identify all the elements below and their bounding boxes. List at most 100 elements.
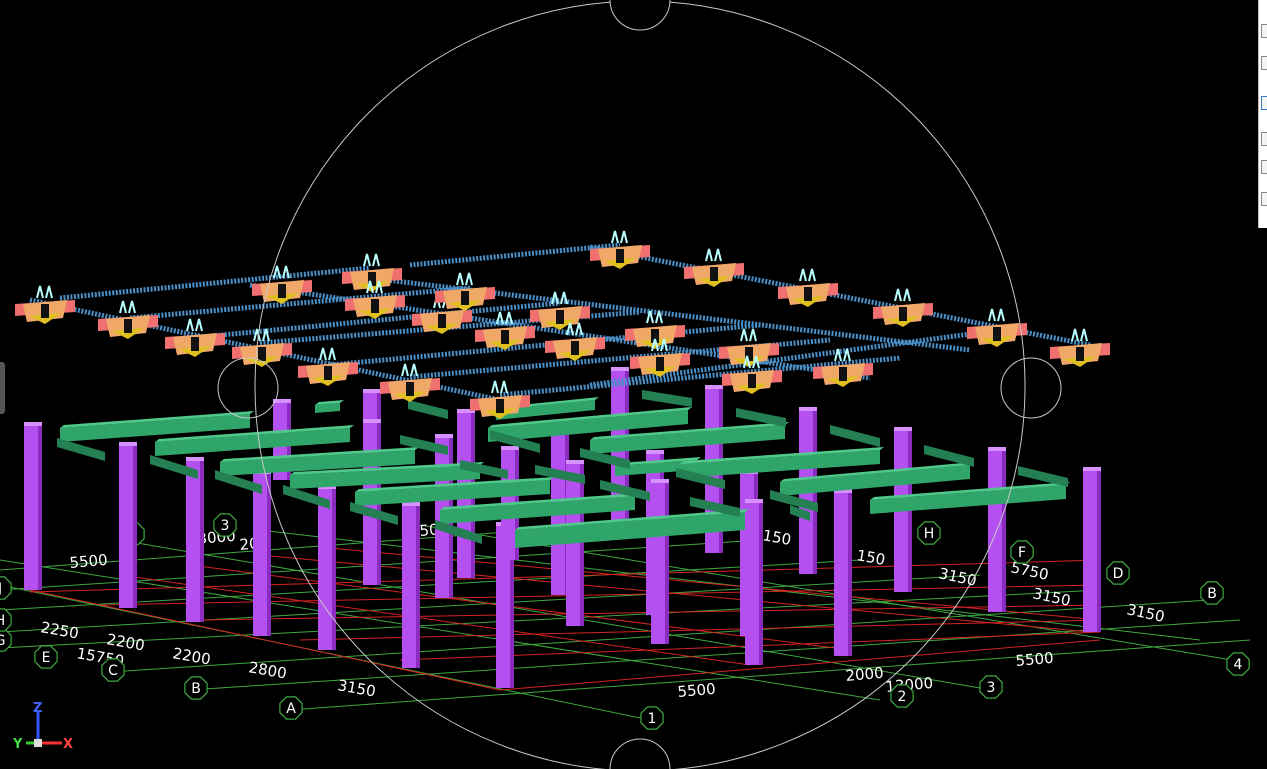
grid-bubble-j: J xyxy=(0,576,12,600)
roof-bearing xyxy=(165,318,225,357)
column-cap xyxy=(501,446,519,450)
grid-bubble-3: 3 xyxy=(979,675,1003,699)
bearing-slot xyxy=(1076,347,1084,361)
column-cap xyxy=(646,450,664,454)
column-shade xyxy=(848,492,852,656)
bearing-anchor xyxy=(834,348,851,362)
dim-5500-right: 5500 xyxy=(1015,649,1055,670)
column-shade xyxy=(332,488,336,650)
column-cap xyxy=(988,447,1006,451)
dim-3150-a: 3150 xyxy=(336,676,377,700)
roof-bearing xyxy=(530,291,590,330)
bearing-anchor xyxy=(491,380,508,394)
grid-bubble-label: H xyxy=(0,613,5,629)
bearing-anchor xyxy=(799,268,816,282)
bearing-slot xyxy=(258,347,266,361)
column-cap xyxy=(363,389,381,393)
grid-bubble-label: 4 xyxy=(1234,657,1243,673)
grid-bubble-label: C xyxy=(108,663,118,679)
dim-5500-left: 5500 xyxy=(69,551,109,572)
left-panel-collapse-tab[interactable] xyxy=(0,362,5,414)
bearing-slot xyxy=(748,374,756,388)
column-cap xyxy=(363,419,381,423)
roof-bearing xyxy=(873,288,933,327)
bearing-slot xyxy=(899,307,907,321)
panel-tool-icon-2[interactable] xyxy=(1261,56,1267,70)
triad-x-label: X xyxy=(63,737,73,752)
grid-bubble-label: H xyxy=(924,526,935,542)
column-cap xyxy=(24,422,42,426)
bearing-slot xyxy=(993,327,1001,341)
bearing-slot xyxy=(496,399,504,413)
column xyxy=(1083,467,1101,632)
panel-tool-icon-1[interactable] xyxy=(1261,24,1267,38)
model-viewport[interactable]: 5500 3000 20 50 2250 2200 15750 2200 280… xyxy=(0,0,1267,769)
grid-bubble-label: J xyxy=(0,581,2,597)
dim-2200-b: 2200 xyxy=(171,644,212,668)
orbit-handle-right[interactable] xyxy=(1000,357,1062,419)
grid-bubble-label: D xyxy=(1113,566,1124,582)
grid-bubble-h: H xyxy=(917,521,941,545)
cross-beam xyxy=(736,408,786,427)
bearing-slot xyxy=(324,366,332,380)
cross-beam xyxy=(924,445,974,467)
grid-bubble-4: 4 xyxy=(1226,652,1250,676)
grid-bubble-b: B xyxy=(1200,581,1224,605)
cross-beam xyxy=(830,425,880,447)
orbit-handle-top[interactable] xyxy=(609,0,671,31)
cross-beam xyxy=(1018,466,1068,487)
grid-bubble-label: G xyxy=(0,633,5,649)
grid-bubble-f: F xyxy=(1010,540,1034,564)
roof-bearing xyxy=(298,347,358,386)
roof-bearing xyxy=(252,265,312,304)
roof-bearing xyxy=(778,268,838,307)
grid-bubble-label: B xyxy=(1207,586,1217,602)
dim-150-a: 150 xyxy=(761,526,792,549)
grid-line-red xyxy=(499,639,1101,691)
grid-bubble-label: 2 xyxy=(898,689,907,705)
column xyxy=(318,485,336,650)
bearing-anchor xyxy=(988,308,1005,322)
panel-tool-icon-6[interactable] xyxy=(1261,192,1267,206)
grid-bubble-label: 3 xyxy=(987,680,996,696)
column-cap xyxy=(611,367,629,371)
column-cap xyxy=(435,434,453,438)
column xyxy=(651,479,669,644)
column-shade xyxy=(665,482,669,644)
column-cap xyxy=(1083,467,1101,471)
axis-triad: Z X Y xyxy=(12,701,73,752)
bearing-slot xyxy=(839,367,847,381)
grid-bubble-label: A xyxy=(286,701,296,717)
grid-bubble-h: H xyxy=(0,608,12,632)
grid-bubble-2: 2 xyxy=(890,684,914,708)
grid-bubble-label: F xyxy=(1018,545,1026,561)
column xyxy=(745,499,763,665)
orbit-circle[interactable] xyxy=(254,0,1026,769)
panel-tool-icon-5[interactable] xyxy=(1261,160,1267,174)
bearing-anchor xyxy=(319,347,336,361)
orbit-handle-bottom[interactable] xyxy=(609,738,671,769)
grid-bubble-c: C xyxy=(101,658,125,682)
panel-tool-icon-4[interactable] xyxy=(1261,132,1267,146)
grid-bubble-label: E xyxy=(42,650,51,666)
column-cap xyxy=(651,479,669,483)
column xyxy=(402,502,420,668)
dim-3150-b: 3150 xyxy=(1125,600,1166,626)
panel-tool-icon-3[interactable] xyxy=(1261,96,1267,110)
bearing-anchor xyxy=(1071,328,1088,342)
dim-3150-d: 3150 xyxy=(937,564,978,590)
column-shade xyxy=(759,502,763,665)
orbit-handle-left[interactable] xyxy=(217,357,279,419)
column-cap xyxy=(566,460,584,464)
column-shade xyxy=(1002,450,1006,612)
dim-2800: 2800 xyxy=(247,658,288,682)
bearing-slot xyxy=(556,310,564,324)
bearing-slot xyxy=(501,330,509,344)
column-shade xyxy=(133,445,137,608)
steel-beam xyxy=(409,242,621,268)
column xyxy=(253,470,271,636)
column-shade xyxy=(580,463,584,626)
bearing-slot xyxy=(571,341,579,355)
dim-5500-bottom: 5500 xyxy=(677,680,717,701)
cross-beam xyxy=(408,400,448,419)
